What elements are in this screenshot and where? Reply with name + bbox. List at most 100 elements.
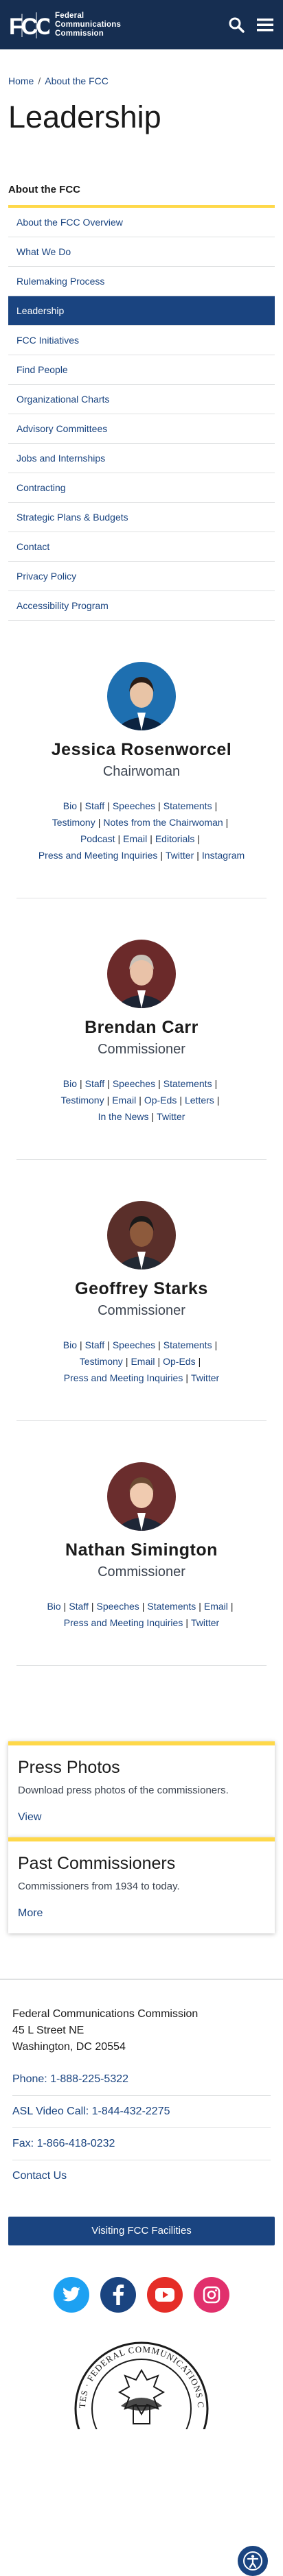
side-nav-link-organizational-charts[interactable]: Organizational Charts bbox=[8, 385, 275, 414]
side-nav-link-contact[interactable]: Contact bbox=[8, 532, 275, 561]
facebook-link[interactable] bbox=[100, 2277, 136, 2313]
leader-links: Bio | Staff | Speeches | Statements | Testimony |… bbox=[16, 798, 267, 863]
leader-link-twitter[interactable]: Twitter bbox=[157, 1111, 185, 1122]
link-separator: | bbox=[158, 1339, 161, 1350]
link-separator: | bbox=[160, 850, 163, 861]
leader-link-twitter[interactable]: Twitter bbox=[166, 850, 194, 861]
address-line: Federal Communications Commission bbox=[12, 2008, 199, 2020]
instagram-link[interactable] bbox=[194, 2277, 229, 2313]
side-nav-item: About the FCC Overview bbox=[8, 208, 275, 237]
leader-links-row: Testimony | Notes from the Chairwoman | bbox=[16, 814, 267, 831]
link-separator: | bbox=[216, 1095, 220, 1106]
youtube-link[interactable] bbox=[147, 2277, 183, 2313]
side-nav-link-rulemaking-process[interactable]: Rulemaking Process bbox=[8, 267, 275, 296]
side-nav-link-strategic-plans-and-budgets[interactable]: Strategic Plans & Budgets bbox=[8, 503, 275, 532]
leader-link-testimony[interactable]: Testimony bbox=[80, 1356, 123, 1367]
leader-link-press-and-meeting-inquiries[interactable]: Press and Meeting Inquiries bbox=[64, 1372, 183, 1383]
leader-link-press-and-meeting-inquiries[interactable]: Press and Meeting Inquiries bbox=[38, 850, 158, 861]
side-nav-link-leadership[interactable]: Leadership bbox=[8, 296, 275, 325]
press-photos-view-link[interactable]: View bbox=[18, 1811, 41, 1824]
breadcrumb-about-link[interactable]: About the FCC bbox=[45, 75, 109, 86]
link-separator: | bbox=[80, 1078, 82, 1089]
side-nav-link-privacy-policy[interactable]: Privacy Policy bbox=[8, 562, 275, 591]
asl-video-call-link[interactable]: ASL Video Call: 1-844-432-2275 bbox=[12, 2096, 271, 2128]
leader-links: Bio | Staff | Speeches | Statements | Testimony |… bbox=[16, 1075, 267, 1125]
leader-link-speeches[interactable]: Speeches bbox=[113, 1339, 155, 1350]
fax-link[interactable]: Fax: 1-866-418-0232 bbox=[12, 2128, 271, 2160]
side-nav-link-jobs-and-internships[interactable]: Jobs and Internships bbox=[8, 444, 275, 473]
cards-section: Press Photos Download press photos of th… bbox=[8, 1741, 275, 1933]
side-nav-item: Accessibility Program bbox=[8, 591, 275, 621]
breadcrumb-home-link[interactable]: Home bbox=[8, 75, 34, 86]
leader-link-email[interactable]: Email bbox=[204, 1601, 228, 1612]
side-nav-item: Privacy Policy bbox=[8, 562, 275, 591]
leader-link-staff[interactable]: Staff bbox=[85, 800, 105, 811]
link-separator: | bbox=[139, 1095, 142, 1106]
leader-link-twitter[interactable]: Twitter bbox=[191, 1617, 219, 1628]
leader-link-op-eds[interactable]: Op-Eds bbox=[163, 1356, 195, 1367]
leader-link-email[interactable]: Email bbox=[131, 1356, 155, 1367]
phone-link[interactable]: Phone: 1-888-225-5322 bbox=[12, 2064, 271, 2096]
leader-link-letters[interactable]: Letters bbox=[185, 1095, 214, 1106]
visiting-fcc-facilities-button[interactable]: Visiting FCC Facilities bbox=[8, 2217, 275, 2245]
link-separator: | bbox=[225, 817, 229, 828]
leader-link-statements[interactable]: Statements bbox=[147, 1601, 196, 1612]
leader-link-staff[interactable]: Staff bbox=[85, 1339, 105, 1350]
accessibility-button[interactable] bbox=[238, 2546, 268, 2576]
leader-link-speeches[interactable]: Speeches bbox=[113, 1078, 155, 1089]
leader-link-bio[interactable]: Bio bbox=[63, 1339, 77, 1350]
link-separator: | bbox=[63, 1601, 67, 1612]
link-separator: | bbox=[98, 817, 101, 828]
side-nav-link-accessibility-program[interactable]: Accessibility Program bbox=[8, 591, 275, 620]
leader-link-editorials[interactable]: Editorials bbox=[155, 833, 195, 844]
leader-link-staff[interactable]: Staff bbox=[69, 1601, 89, 1612]
search-button[interactable] bbox=[227, 15, 246, 34]
side-nav-link-contracting[interactable]: Contracting bbox=[8, 473, 275, 502]
leader-links: Bio | Staff | Speeches | Statements | Testimony |… bbox=[16, 1337, 267, 1386]
leader-link-bio[interactable]: Bio bbox=[47, 1601, 60, 1612]
leader-link-speeches[interactable]: Speeches bbox=[97, 1601, 139, 1612]
leader-role: Commissioner bbox=[98, 1564, 185, 1579]
side-nav-link-about-the-fcc-overview[interactable]: About the FCC Overview bbox=[8, 208, 275, 237]
leader-link-bio[interactable]: Bio bbox=[63, 1078, 77, 1089]
leader-link-email[interactable]: Email bbox=[112, 1095, 136, 1106]
leader-link-testimony[interactable]: Testimony bbox=[52, 817, 95, 828]
menu-button[interactable] bbox=[256, 15, 275, 34]
leader-links-row: Press and Meeting Inquiries | Twitter | Inst… bbox=[16, 847, 267, 863]
side-nav-link-fcc-initiatives[interactable]: FCC Initiatives bbox=[8, 326, 275, 355]
leader-link-instagram[interactable]: Instagram bbox=[202, 850, 245, 861]
link-separator: | bbox=[106, 1095, 110, 1106]
leader-link-staff[interactable]: Staff bbox=[85, 1078, 105, 1089]
leader-link-statements[interactable]: Statements bbox=[163, 1339, 212, 1350]
leader-name: Jessica Rosenworcel bbox=[51, 740, 232, 759]
fcc-logo-link[interactable]: FCC Federal Communications Commission bbox=[8, 10, 121, 40]
leader-link-bio[interactable]: Bio bbox=[63, 800, 77, 811]
leader-link-press-and-meeting-inquiries[interactable]: Press and Meeting Inquiries bbox=[64, 1617, 183, 1628]
leader-link-testimony[interactable]: Testimony bbox=[61, 1095, 104, 1106]
leader-link-email[interactable]: Email bbox=[123, 833, 147, 844]
agency-name-line-1: Federal bbox=[55, 11, 84, 20]
section-divider bbox=[16, 1665, 267, 1666]
leader-link-statements[interactable]: Statements bbox=[163, 800, 212, 811]
twitter-link[interactable] bbox=[54, 2277, 89, 2313]
contact-us-link[interactable]: Contact Us bbox=[12, 2160, 271, 2192]
leader-profile: Brendan Carr Commissioner Bio | Staff | Speech… bbox=[0, 940, 283, 1125]
leader-link-speeches[interactable]: Speeches bbox=[113, 800, 155, 811]
side-nav-list: About the FCC Overview What We Do Rulemaki… bbox=[8, 208, 275, 621]
footer-contact-links: Phone: 1-888-225-5322 ASL Video Call: 1-… bbox=[12, 2064, 271, 2192]
side-nav-title: About the FCC bbox=[8, 184, 275, 208]
side-nav-link-find-people[interactable]: Find People bbox=[8, 355, 275, 384]
leader-link-in-the-news[interactable]: In the News bbox=[98, 1111, 149, 1122]
side-nav-item: Find People bbox=[8, 355, 275, 385]
card-title: Past Commissioners bbox=[18, 1854, 176, 1873]
leader-link-podcast[interactable]: Podcast bbox=[80, 833, 115, 844]
side-nav-link-advisory-committees[interactable]: Advisory Committees bbox=[8, 414, 275, 443]
leader-link-twitter[interactable]: Twitter bbox=[191, 1372, 219, 1383]
past-commissioners-more-link[interactable]: More bbox=[18, 1907, 43, 1920]
leader-link-statements[interactable]: Statements bbox=[163, 1078, 212, 1089]
twitter-icon bbox=[63, 2287, 80, 2302]
leader-link-op-eds[interactable]: Op-Eds bbox=[144, 1095, 177, 1106]
leader-link-notes-from-the-chairwoman[interactable]: Notes from the Chairwoman bbox=[103, 817, 223, 828]
side-nav-link-what-we-do[interactable]: What We Do bbox=[8, 237, 275, 266]
leader-name: Brendan Carr bbox=[84, 1018, 199, 1037]
